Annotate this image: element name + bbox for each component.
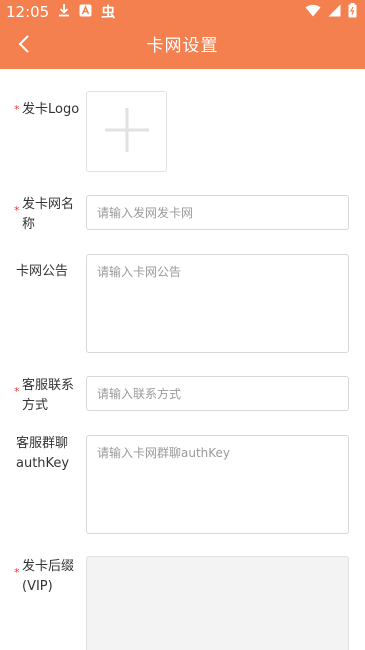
signal-icon bbox=[328, 3, 341, 21]
vip-suffix-field[interactable] bbox=[86, 556, 349, 650]
suffix-label: * 发卡后缀(VIP) bbox=[14, 559, 75, 594]
logo-label: * 发卡Logo bbox=[14, 100, 82, 120]
contact-method-input[interactable] bbox=[86, 376, 349, 411]
notice-label: 卡网公告 bbox=[16, 264, 69, 279]
authkey-label: 客服群聊authKey bbox=[16, 436, 70, 471]
plus-icon bbox=[101, 104, 153, 160]
page-title: 卡网设置 bbox=[146, 36, 219, 56]
wifi-icon bbox=[305, 3, 321, 21]
name-label: * 发卡网名称 bbox=[14, 197, 75, 232]
a-badge-icon bbox=[79, 3, 92, 21]
group-authkey-textarea[interactable] bbox=[86, 435, 349, 534]
required-mark: * bbox=[14, 103, 20, 116]
required-mark: * bbox=[14, 566, 20, 579]
required-mark: * bbox=[14, 385, 20, 398]
app-bar: 卡网设置 bbox=[0, 24, 365, 69]
status-time: 12:05 bbox=[6, 3, 50, 21]
notice-textarea[interactable] bbox=[86, 254, 349, 353]
logo-upload-button[interactable] bbox=[86, 91, 167, 172]
card-site-name-input[interactable] bbox=[86, 195, 349, 230]
contact-label: * 客服联系方式 bbox=[14, 378, 75, 413]
app-glyph-icon: 虫 bbox=[101, 5, 116, 21]
status-bar: 12:05 虫 bbox=[0, 0, 365, 24]
download-icon bbox=[58, 3, 70, 21]
required-mark: * bbox=[14, 204, 20, 217]
battery-icon bbox=[348, 2, 357, 22]
